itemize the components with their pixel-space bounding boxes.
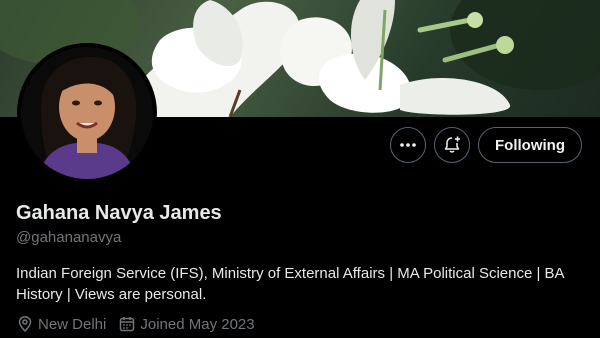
profile-bio: Indian Foreign Service (IFS), Ministry o…	[16, 265, 564, 303]
location-text: New Delhi	[38, 315, 107, 333]
location-item: New Delhi	[16, 315, 106, 333]
profile-name: Gahana Navya James	[16, 202, 222, 224]
bell-plus-icon	[444, 136, 460, 153]
profile-photo-image	[21, 47, 153, 179]
calendar-icon	[120, 317, 135, 332]
notifications-button[interactable]	[434, 127, 470, 163]
more-options-button[interactable]	[390, 127, 426, 163]
following-button[interactable]: Following	[478, 127, 582, 163]
joined-item: Joined May 2023	[118, 315, 255, 333]
profile-handle: @gahananavya	[16, 229, 122, 246]
more-horizontal-icon	[400, 143, 416, 147]
profile-meta: New Delhi Joined May 2023	[16, 315, 267, 333]
joined-text: Joined May 2023	[140, 315, 255, 333]
location-pin-icon	[18, 316, 32, 333]
profile-avatar[interactable]	[17, 43, 157, 183]
